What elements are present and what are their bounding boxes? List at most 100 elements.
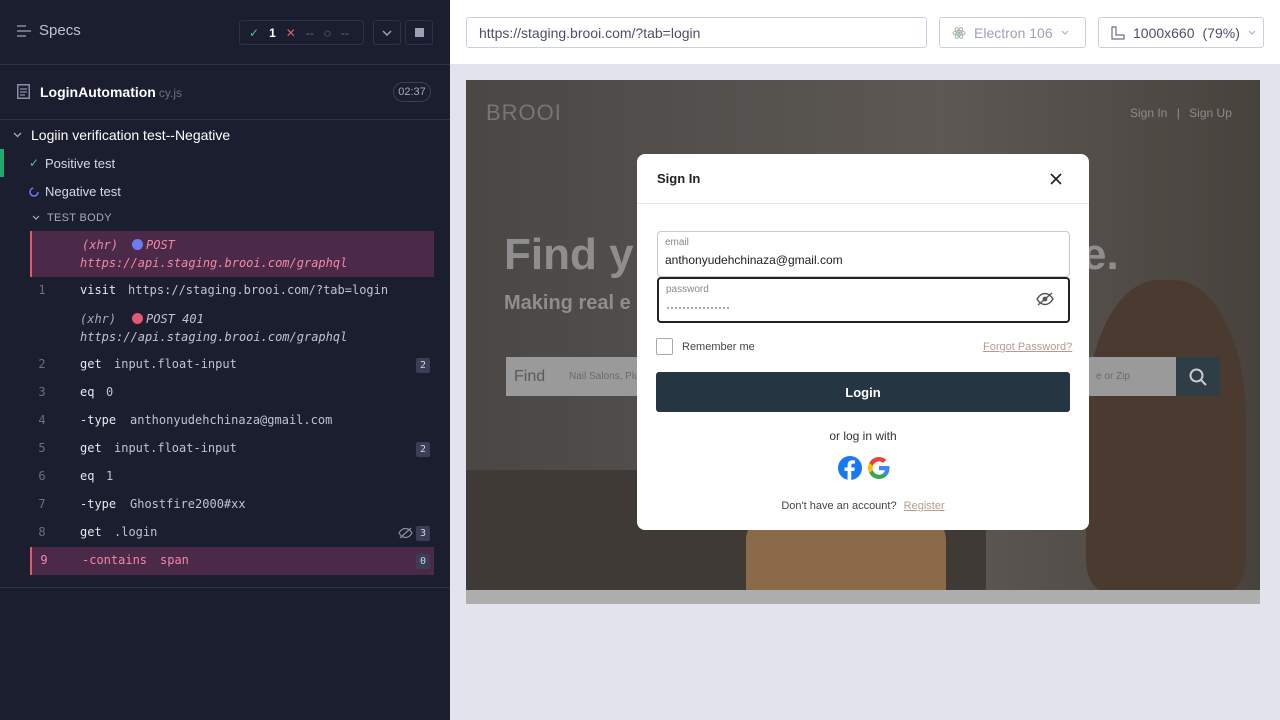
collapse-button[interactable] [373, 20, 401, 45]
location-placeholder: e or Zip [1096, 371, 1130, 382]
chevron-down-icon [32, 215, 40, 220]
google-icon[interactable] [867, 456, 891, 480]
command-row[interactable]: 4 -type anthonyudehchinaza@gmail.com [30, 407, 434, 435]
nav-separator: | [1176, 106, 1180, 120]
register-prompt: Don't have an account? Register [637, 500, 1089, 512]
command-row-xhr-401[interactable]: (xhr) POST 401 https://api.staging.brooi… [30, 306, 434, 350]
failed-icon: ✕ [285, 25, 296, 40]
search-button[interactable] [1176, 357, 1220, 396]
command-number: 6 [38, 469, 46, 483]
element-count-badge: 2 [416, 442, 430, 457]
command-row-xhr[interactable]: (xhr) POST https://api.staging.brooi.com… [30, 231, 434, 277]
social-login [838, 456, 891, 480]
command-name: get [80, 525, 102, 539]
passed-count: 1 [269, 25, 276, 40]
test-stats: ✓ 1 ✕ -- ◌ -- [239, 20, 364, 45]
test-body-label: TEST BODY [47, 212, 112, 224]
page-footer-strip [466, 590, 1260, 604]
remember-me-label: Remember me [682, 341, 755, 353]
test-row-negative[interactable]: Negative test [0, 177, 450, 205]
suite-row[interactable]: Logiin verification test--Negative [0, 121, 450, 149]
signup-link[interactable]: Sign Up [1189, 106, 1232, 120]
pending-count: -- [340, 25, 349, 40]
command-number: 3 [38, 385, 46, 399]
hero-title: Find y [504, 230, 634, 279]
document-icon [17, 84, 30, 99]
command-message: https://staging.brooi.com/?tab=login [128, 283, 389, 297]
command-row-failed[interactable]: 9 -contains span 0 [30, 547, 434, 575]
test-label: Positive test [45, 156, 116, 171]
specs-menu-icon [17, 24, 31, 37]
url-bar[interactable]: https://staging.brooi.com/?tab=login [466, 17, 927, 48]
spec-file-name[interactable]: LoginAutomation cy.js [40, 84, 182, 100]
close-icon[interactable] [1047, 170, 1065, 188]
hero-subtitle: Making real e [504, 292, 631, 314]
command-number: 1 [38, 283, 46, 297]
viewport-selector[interactable]: 1000x660 (79%) [1098, 17, 1264, 48]
specs-toggle[interactable]: Specs [17, 22, 81, 39]
spec-file-ext: cy.js [158, 86, 182, 100]
signin-link[interactable]: Sign In [1130, 106, 1167, 120]
command-number: 9 [40, 553, 48, 567]
no-account-text: Don't have an account? [781, 500, 897, 512]
test-label: Negative test [45, 184, 121, 199]
chevron-down-icon [13, 132, 22, 138]
eye-slash-icon [398, 527, 413, 539]
command-number: 2 [38, 357, 46, 371]
command-row[interactable]: 6 eq 1 [30, 463, 434, 491]
command-row[interactable]: 2 get input.float-input 2 [30, 351, 434, 379]
command-number: 4 [38, 413, 46, 427]
command-row-visit[interactable]: 1 visit https://staging.brooi.com/?tab=l… [30, 277, 434, 305]
brooi-logo: BROOI [486, 100, 562, 125]
spinner-icon [29, 187, 39, 197]
email-value: anthonyudehchinaza@gmail.com [665, 253, 843, 267]
stop-button[interactable] [405, 20, 433, 45]
command-row[interactable]: 7 -type Ghostfire2000#xx [30, 491, 434, 519]
password-field[interactable]: password ················ [657, 277, 1070, 323]
command-row[interactable]: 8 get .login 3 [30, 519, 434, 547]
command-name: (xhr) [80, 312, 117, 326]
search-placeholder: Nail Salons, Plu [569, 371, 640, 382]
check-icon: ✓ [29, 156, 40, 170]
chevron-down-icon [1248, 30, 1256, 35]
register-link[interactable]: Register [904, 500, 945, 512]
test-row-positive[interactable]: ✓ Positive test [0, 149, 450, 177]
command-name: visit [80, 283, 117, 297]
command-number: 7 [38, 497, 46, 511]
command-name: eq [80, 469, 95, 483]
command-message: 1 [106, 469, 114, 483]
command-message: span [160, 553, 189, 567]
search-find-label: Find [514, 368, 546, 385]
forgot-password-link[interactable]: Forgot Password? [983, 341, 1072, 353]
command-number: 5 [38, 441, 46, 455]
divider [637, 203, 1089, 204]
specs-label: Specs [39, 22, 81, 39]
password-value: ················ [666, 300, 730, 314]
remember-me-checkbox[interactable] [656, 338, 673, 355]
command-message: input.float-input [114, 441, 237, 455]
eye-slash-icon[interactable] [1036, 292, 1054, 306]
command-name: -type [80, 413, 117, 427]
signin-modal: Sign In email anthonyudehchinaza@gmail.c… [637, 154, 1089, 530]
command-row[interactable]: 5 get input.float-input 2 [30, 435, 434, 463]
reporter-header: Specs ✓ 1 ✕ -- ◌ -- [0, 0, 450, 65]
suite-label: Logiin verification test--Negative [31, 127, 231, 143]
command-name: -contains [82, 553, 148, 567]
xhr-error-dot [132, 313, 143, 324]
zoom-level: (79%) [1202, 24, 1240, 41]
login-button[interactable]: Login [656, 372, 1070, 412]
ruler-icon [1111, 25, 1125, 40]
command-message: anthonyudehchinaza@gmail.com [130, 413, 333, 427]
xhr-status-dot [132, 239, 143, 250]
email-field[interactable]: email anthonyudehchinaza@gmail.com [657, 231, 1070, 277]
facebook-icon[interactable] [838, 456, 862, 480]
browser-selector[interactable]: Electron 106 [939, 17, 1086, 48]
command-message: input.float-input [114, 357, 237, 371]
modal-title: Sign In [657, 171, 701, 186]
run-duration: 02:37 [393, 82, 431, 102]
command-row[interactable]: 3 eq 0 [30, 379, 434, 407]
command-name: get [80, 357, 102, 371]
search-icon [1189, 368, 1207, 386]
pass-indicator [0, 149, 4, 177]
command-log-panel: Specs ✓ 1 ✕ -- ◌ -- LoginAutomation cy.js… [0, 0, 450, 720]
